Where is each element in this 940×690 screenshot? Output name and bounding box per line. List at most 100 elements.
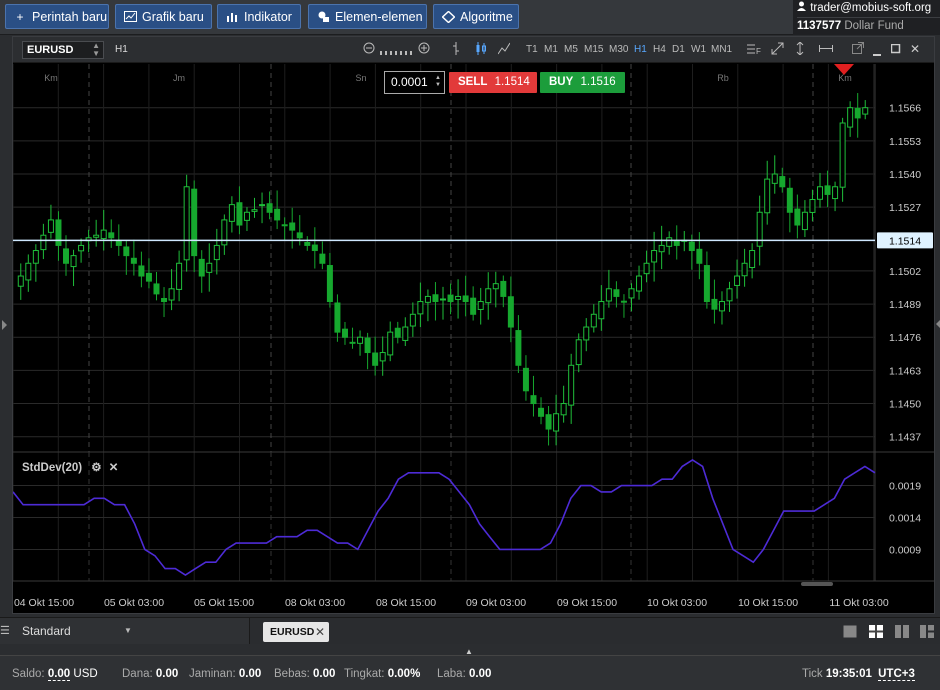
candle-body: [387, 331, 394, 356]
candle-body: [643, 262, 650, 275]
tf-d1[interactable]: D1: [672, 44, 685, 55]
tf-m30[interactable]: M30: [609, 44, 628, 55]
candle-body: [696, 248, 703, 264]
tf-t1[interactable]: T1: [526, 44, 538, 55]
popout-icon[interactable]: [852, 42, 864, 57]
candle-body: [409, 313, 416, 327]
candle-body: [213, 244, 220, 261]
tingkat-field: Tingkat: 0.00%: [344, 668, 420, 680]
candle-body: [372, 352, 379, 366]
indicator-button[interactable]: Indikator: [217, 4, 301, 29]
zoom-out-icon[interactable]: [363, 42, 375, 57]
current-price-label: 1.1514: [889, 235, 921, 247]
candle-body: [779, 176, 786, 188]
saldo-field: Saldo: 0.00 USD: [12, 668, 98, 681]
layout-columns-icon[interactable]: [895, 625, 909, 638]
candle-body: [651, 250, 658, 263]
chart-settings-icon[interactable]: F: [747, 42, 761, 58]
tab-eurusd[interactable]: EURUSD ✕: [263, 622, 329, 642]
algorithm-label: Algoritme: [460, 9, 513, 24]
candle-body: [176, 262, 183, 290]
expand-diagonal-icon[interactable]: [771, 42, 784, 58]
candle-body: [734, 275, 741, 286]
jaminan-label: Jaminan:: [189, 668, 236, 680]
minimize-icon[interactable]: [873, 48, 882, 60]
candle-body: [349, 341, 356, 344]
indicator-label: Indikator: [244, 9, 292, 24]
account-info-row: 1137577 Dollar Fund: [797, 17, 940, 34]
spinner-icon: ▲ ▼: [92, 41, 100, 58]
tf-m15[interactable]: M15: [584, 44, 603, 55]
saldo-value[interactable]: 0.00: [47, 668, 71, 681]
candle-body: [598, 301, 605, 320]
candle-body: [130, 257, 137, 264]
tf-w1[interactable]: W1: [691, 44, 706, 55]
candle-body: [108, 232, 115, 239]
zoom-slider[interactable]: [380, 47, 412, 59]
tf-m5[interactable]: M5: [564, 44, 578, 55]
zoom-in-icon[interactable]: [418, 42, 430, 57]
maximize-icon[interactable]: [890, 43, 901, 57]
tf-h1[interactable]: H1: [634, 44, 647, 55]
chart-scrollbar[interactable]: [801, 582, 833, 586]
svg-text:F: F: [756, 47, 761, 55]
candle-body: [470, 297, 477, 315]
account-panel[interactable]: trader@mobius-soft.org 1137577 Dollar Fu…: [793, 0, 940, 35]
price-chart[interactable]: Km Jm Sn Rb Km 1.1514 1.15661.15531.15401.15…: [13, 64, 934, 614]
sell-label: SELL: [458, 76, 488, 88]
symbol-select[interactable]: EURUSD ▲ ▼: [22, 41, 104, 59]
candle-chart-type-icon[interactable]: [475, 42, 487, 58]
tf-h4[interactable]: H4: [653, 44, 666, 55]
left-panel-toggle[interactable]: [2, 320, 7, 330]
timezone-select[interactable]: UTC+3: [878, 668, 915, 681]
new-chart-button[interactable]: Grafik baru: [115, 4, 212, 29]
lot-size-field[interactable]: 0.0001 ▲ ▼: [384, 71, 445, 94]
gear-icon[interactable]: ⚙: [91, 462, 101, 474]
clock-field: Tick 19:35:01 UTC+3: [802, 668, 915, 681]
timeframe-label: H1: [115, 44, 128, 55]
candle-body: [311, 244, 318, 252]
day-label: Km: [838, 73, 852, 83]
bar-chart-type-icon[interactable]: [451, 42, 461, 58]
price-tick-label: 1.1502: [889, 266, 921, 278]
candle-body: [432, 294, 439, 303]
jaminan-field: Jaminan: 0.00: [189, 668, 261, 680]
tf-mn1[interactable]: MN1: [711, 44, 732, 55]
candle-body: [168, 288, 175, 301]
right-panel-toggle[interactable]: [936, 320, 940, 328]
candle-body: [341, 328, 348, 338]
indicator-name: StdDev(20): [22, 462, 83, 474]
algorithm-button[interactable]: Algoritme: [433, 4, 519, 29]
close-indicator-icon[interactable]: ✕: [109, 462, 119, 474]
horizontal-resize-icon[interactable]: [819, 42, 833, 58]
saldo-currency: USD: [73, 668, 98, 680]
candle-body: [236, 202, 243, 226]
candle-body: [854, 107, 861, 119]
sell-button[interactable]: SELL 1.1514: [449, 72, 537, 93]
buy-button[interactable]: BUY 1.1516: [540, 72, 625, 93]
candle-body: [500, 280, 507, 297]
new-order-button[interactable]: + Perintah baru: [5, 4, 109, 29]
line-chart-type-icon[interactable]: [497, 42, 511, 58]
layout-select[interactable]: ☰ Standard ▼: [0, 618, 250, 644]
candle-body: [394, 327, 401, 338]
layout-grid-icon[interactable]: [869, 625, 883, 638]
elements-button[interactable]: Elemen-elemen: [308, 4, 427, 29]
tf-m1[interactable]: M1: [544, 44, 558, 55]
candle-body: [259, 204, 266, 207]
new-chart-label: Grafik baru: [142, 9, 204, 24]
dana-label: Dana:: [122, 668, 153, 680]
candle-body: [658, 244, 665, 253]
price-axis: 1.1566 1.1553 1.1540 1.1527 1.1502 1.1489 1.14…: [889, 103, 921, 444]
candle-body: [228, 204, 235, 222]
candle-body: [17, 275, 24, 287]
close-chart-icon[interactable]: ✕: [910, 42, 920, 56]
candle-body: [801, 211, 808, 231]
jaminan-value: 0.00: [238, 668, 262, 680]
close-tab-icon[interactable]: ✕: [315, 622, 325, 642]
candle-body: [440, 298, 446, 301]
vertical-resize-icon[interactable]: [795, 41, 805, 58]
candle-body: [115, 240, 122, 246]
layout-single-icon[interactable]: [843, 625, 857, 638]
layout-split-icon[interactable]: [920, 625, 934, 638]
